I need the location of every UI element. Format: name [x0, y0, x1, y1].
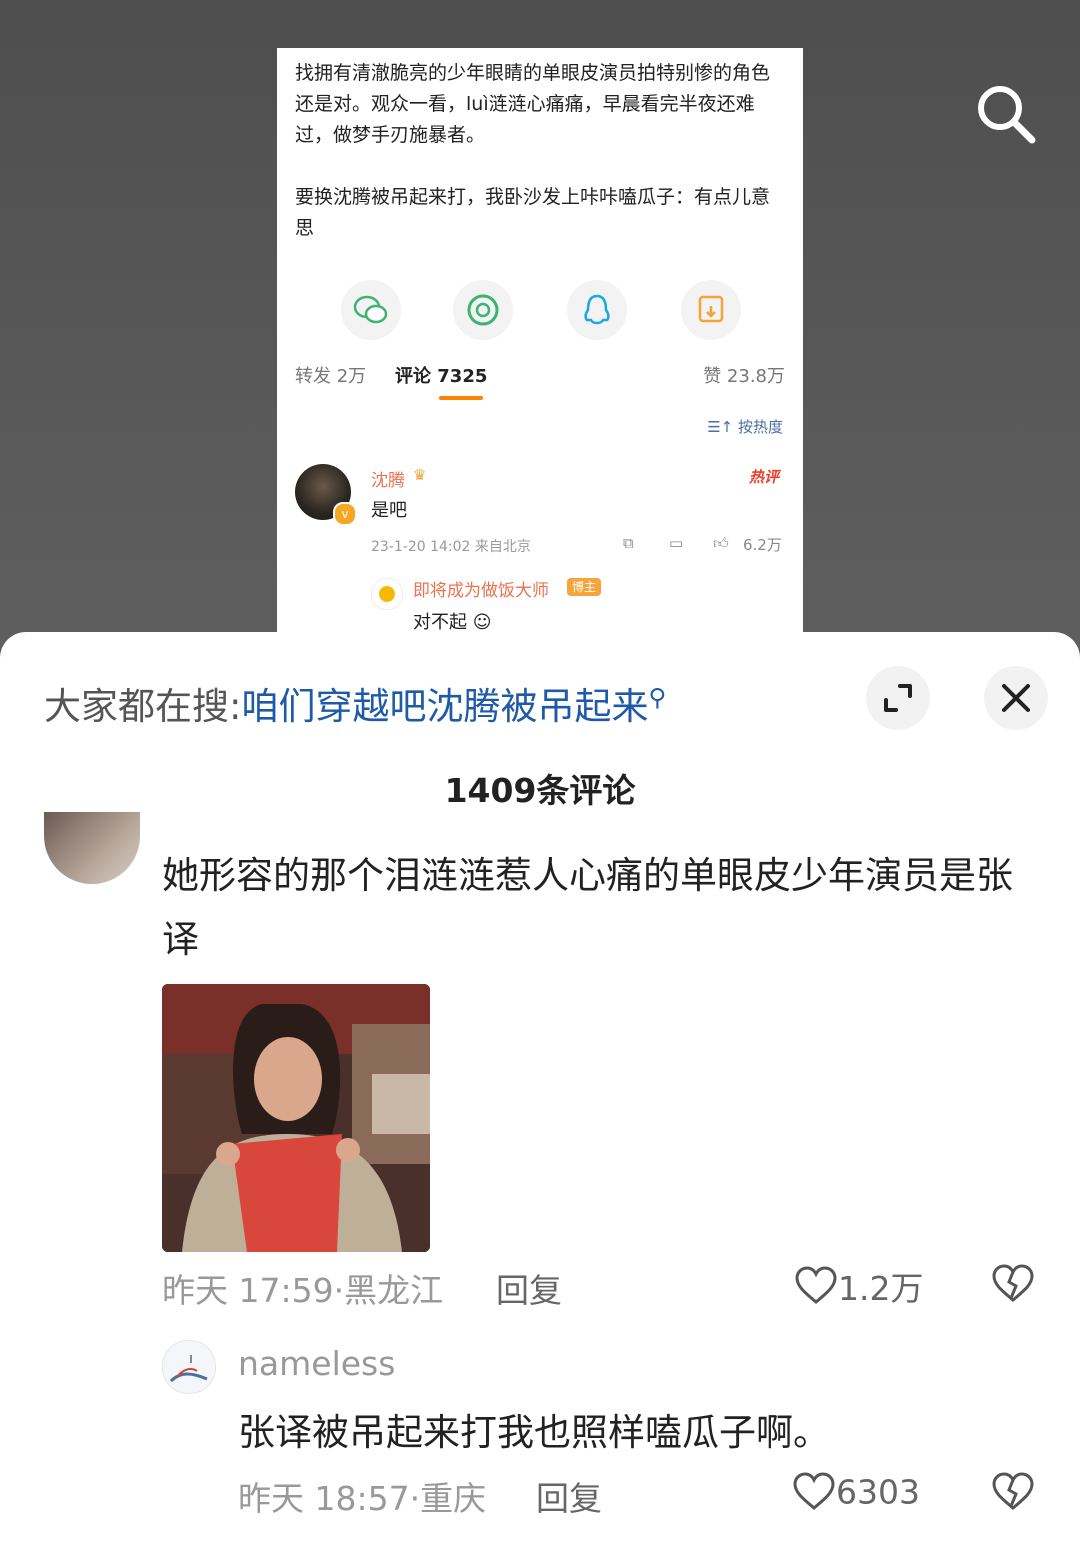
close-button[interactable]	[984, 666, 1048, 730]
comment-sheet: 大家都在搜:咱们穿越吧沈腾被吊起来⚲ 1409条评论 她形容的那个泪涟涟惹人心痛…	[0, 632, 1080, 1544]
reply-icon: ▭	[669, 534, 684, 552]
avatar[interactable]	[162, 1340, 216, 1394]
search-icon	[978, 86, 1036, 144]
hot-search-label: 大家都在搜:	[44, 685, 242, 728]
dislike-button[interactable]	[990, 1262, 1036, 1306]
share-icon: ⧉	[623, 534, 634, 552]
comment-meta: 23-1-20 14:02 来自北京	[371, 539, 531, 555]
reply-text: 对不起 ☺	[413, 608, 492, 634]
reply-button[interactable]: 回复	[536, 1472, 602, 1520]
comment-likes: 6.2万	[743, 536, 782, 554]
reply-button[interactable]: 回复	[496, 1264, 562, 1312]
wechat-icon	[341, 280, 401, 340]
broken-heart-icon	[992, 1264, 1034, 1302]
like-count: 1.2万	[838, 1269, 924, 1308]
active-tab-indicator	[439, 396, 483, 400]
reply-username: 即将成为做饭大师	[413, 581, 549, 601]
dislike-button[interactable]	[990, 1470, 1036, 1514]
expand-icon	[884, 684, 912, 712]
hot-search-term[interactable]: 咱们穿越吧沈腾被吊起来	[241, 685, 648, 728]
share-row	[277, 280, 803, 344]
comment-username[interactable]: nameless	[238, 1344, 395, 1383]
expand-button[interactable]	[866, 666, 930, 730]
reply-text-body: 对不起	[413, 612, 467, 633]
broken-heart-icon	[992, 1472, 1034, 1510]
verified-icon: v	[333, 502, 357, 526]
search-icon: ⚲	[648, 683, 667, 712]
search-button[interactable]	[970, 78, 1040, 148]
video-player[interactable]: 找拥有清澈脆亮的少年眼睛的单眼皮演员拍特别惨的角色还是对。观众一看，luì涟涟心…	[0, 0, 1080, 650]
heart-icon	[793, 1472, 835, 1510]
avatar	[371, 578, 403, 610]
hot-comment-tag: 热评	[748, 468, 779, 486]
heart-icon	[795, 1266, 837, 1304]
emoji-icon: ☺	[472, 612, 492, 633]
crown-icon: ♛	[413, 466, 427, 484]
like-button[interactable]: 6303	[792, 1470, 920, 1514]
comment-text: 张译被吊起来打我也照样嗑瓜子啊。	[238, 1411, 830, 1454]
comment-image[interactable]	[162, 984, 430, 1252]
like-count: 6303	[836, 1472, 920, 1512]
post-stats: 转发 2万 评论 7325 赞 23.8万	[295, 362, 785, 400]
screenshot-weibo-post: 找拥有清澈脆亮的少年眼睛的单眼皮演员拍特别惨的角色还是对。观众一看，luì涟涟心…	[277, 48, 803, 648]
sort-icon: ☰↑	[707, 418, 738, 436]
close-icon	[1002, 684, 1030, 712]
moments-icon	[453, 280, 513, 340]
sort-button: ☰↑ 按热度	[707, 416, 783, 437]
comment-username: 沈腾	[371, 471, 405, 491]
comment-meta: 昨天 18:57·重庆	[238, 1479, 487, 1518]
post-text: 找拥有清澈脆亮的少年眼睛的单眼皮演员拍特别惨的角色还是对。观众一看，luì涟涟心…	[295, 62, 771, 239]
comment-meta: 昨天 17:59·黑龙江	[162, 1271, 444, 1310]
repost-count: 转发 2万	[295, 366, 367, 387]
comment-text: 是吧	[371, 500, 407, 521]
qq-icon	[567, 280, 627, 340]
comment-count: 1409条评论	[444, 771, 636, 810]
comment-tab: 评论 7325	[395, 366, 488, 387]
sort-label: 按热度	[737, 418, 783, 436]
hot-search-bar[interactable]: 大家都在搜:咱们穿越吧沈腾被吊起来⚲	[44, 676, 666, 730]
thumb-up-icon: 👍︎	[713, 534, 729, 552]
comment-text: 她形容的那个泪涟涟惹人心痛的单眼皮少年演员是张译	[162, 854, 1013, 961]
like-button[interactable]: 1.2万	[794, 1262, 924, 1308]
blogger-badge: 博主	[567, 578, 602, 596]
save-image-icon	[681, 280, 741, 340]
avatar[interactable]	[44, 812, 140, 884]
like-count: 赞 23.8万	[703, 366, 785, 387]
